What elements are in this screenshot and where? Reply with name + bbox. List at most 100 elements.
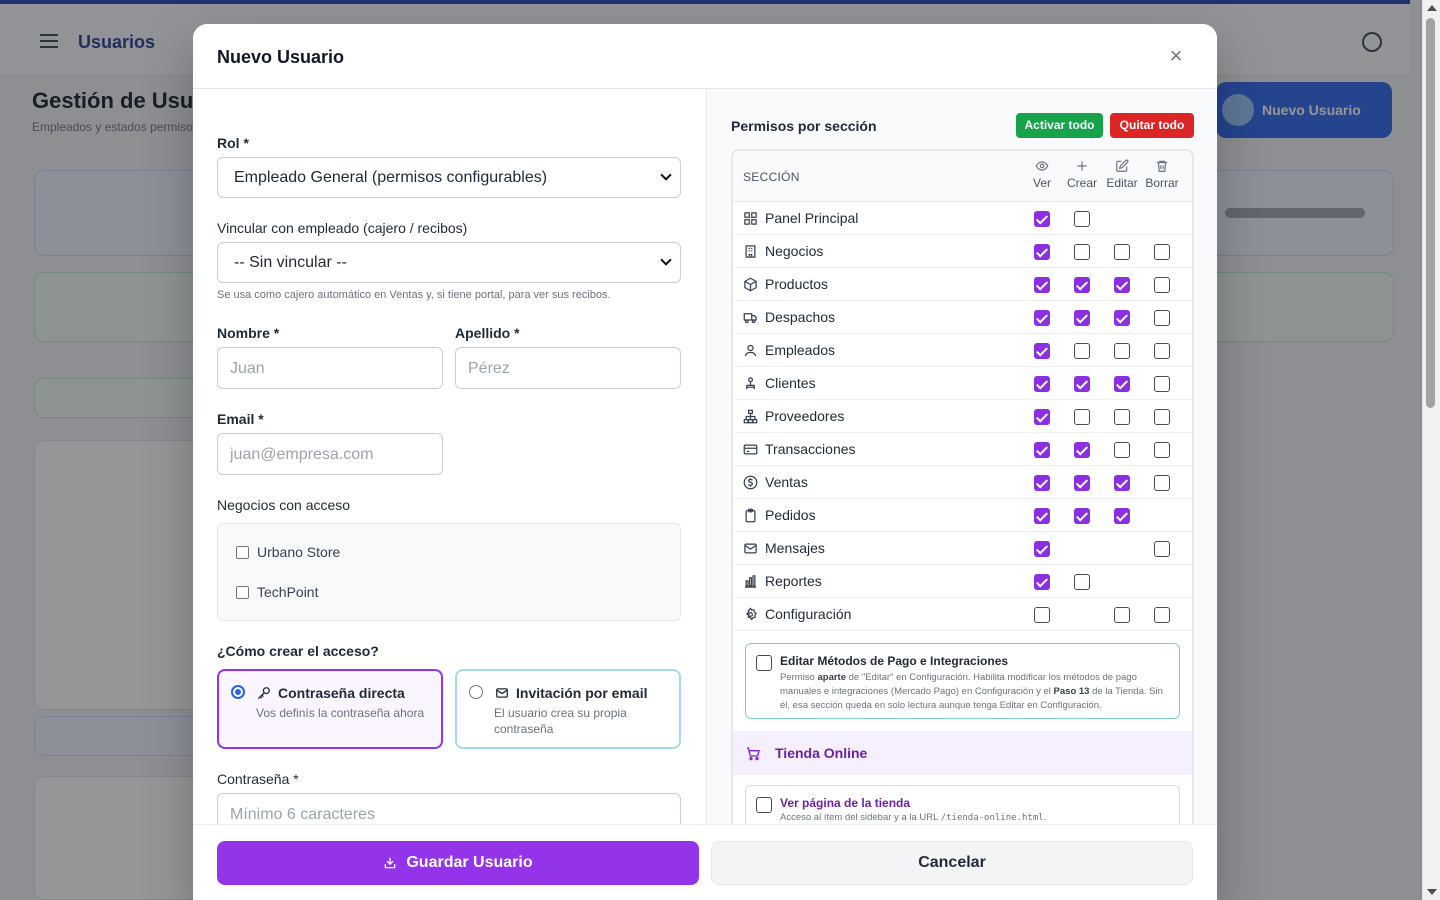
store-section-title: Tienda Online (775, 745, 868, 761)
permission-checkbox-editar[interactable] (1114, 343, 1130, 359)
permission-checkbox-ver[interactable] (1034, 244, 1050, 260)
business-option[interactable]: Urbano Store (236, 544, 340, 560)
business-checkbox[interactable] (236, 545, 249, 559)
modal-footer: Guardar Usuario Cancelar (193, 824, 1217, 900)
permission-checkbox-crear[interactable] (1074, 442, 1090, 458)
user-form: Rol * Empleado General (permisos configu… (193, 89, 706, 824)
permission-checkbox-ver[interactable] (1034, 211, 1050, 227)
permission-checkbox-borrar[interactable] (1154, 277, 1170, 293)
permission-checkbox-crear[interactable] (1074, 475, 1090, 491)
trash-icon (1156, 160, 1168, 172)
permission-checkbox-crear[interactable] (1074, 277, 1090, 293)
permission-checkbox-editar[interactable] (1114, 277, 1130, 293)
permission-checkbox-editar[interactable] (1114, 508, 1130, 524)
permission-row-label: Pedidos (765, 507, 816, 523)
column-header: Borrar (1145, 176, 1179, 190)
permission-checkbox-borrar[interactable] (1154, 244, 1170, 260)
permission-checkbox-ver[interactable] (1034, 442, 1050, 458)
activate-all-button[interactable]: Activar todo (1016, 113, 1103, 138)
business-option[interactable]: TechPoint (236, 584, 318, 600)
store-view-desc: Acceso al ítem del sidebar y a la URL /t… (780, 812, 1047, 823)
permission-checkbox-crear[interactable] (1074, 244, 1090, 260)
permission-checkbox-ver[interactable] (1034, 541, 1050, 557)
permission-checkbox-borrar[interactable] (1154, 607, 1170, 623)
last-name-field[interactable]: Pérez (455, 347, 681, 389)
permission-checkbox-editar[interactable] (1114, 310, 1130, 326)
permission-checkbox-ver[interactable] (1034, 409, 1050, 425)
permission-row: Reportes (733, 565, 1192, 598)
access-option-title: Invitación por email (516, 685, 648, 701)
scroll-up-arrow[interactable] (1427, 5, 1437, 11)
permission-checkbox-ver[interactable] (1034, 475, 1050, 491)
access-option-password[interactable]: Contraseña directa Vos definís la contra… (217, 669, 443, 749)
role-select-value: Empleado General (permisos configurables… (234, 169, 548, 186)
permission-checkbox-editar[interactable] (1114, 607, 1130, 623)
permission-checkbox-borrar[interactable] (1154, 310, 1170, 326)
scrollbar[interactable] (1422, 0, 1440, 900)
permission-checkbox-crear[interactable] (1074, 343, 1090, 359)
permission-checkbox-ver[interactable] (1034, 607, 1050, 623)
cancel-button[interactable]: Cancelar (711, 841, 1193, 885)
access-option-invite[interactable]: Invitación por email El usuario crea su … (455, 669, 681, 749)
role-select[interactable]: Empleado General (permisos configurables… (217, 157, 681, 198)
permission-row-label: Despachos (765, 309, 836, 325)
permission-row-label: Ventas (765, 474, 808, 490)
permission-checkbox-crear[interactable] (1074, 409, 1090, 425)
permission-row: Ventas (733, 466, 1192, 499)
email-label: Email * (217, 411, 264, 427)
permission-row: Despachos (733, 301, 1192, 334)
modal-header: Nuevo Usuario × (193, 24, 1217, 89)
permission-row-label: Clientes (765, 375, 816, 391)
permission-checkbox-borrar[interactable] (1154, 541, 1170, 557)
permission-checkbox-ver[interactable] (1034, 574, 1050, 590)
permission-row: Panel Principal (733, 202, 1192, 235)
business-checkbox[interactable] (236, 585, 249, 599)
close-icon[interactable]: × (1165, 45, 1187, 68)
edit-icon (1116, 159, 1129, 172)
password-label: Contraseña * (217, 771, 299, 787)
radio-button[interactable] (469, 685, 483, 699)
permission-checkbox-ver[interactable] (1034, 376, 1050, 392)
scroll-down-arrow[interactable] (1427, 889, 1437, 895)
permission-checkbox-ver[interactable] (1034, 343, 1050, 359)
permission-checkbox-editar[interactable] (1114, 376, 1130, 392)
permission-checkbox-crear[interactable] (1074, 376, 1090, 392)
permission-checkbox-crear[interactable] (1074, 508, 1090, 524)
permission-checkbox-crear[interactable] (1074, 310, 1090, 326)
business-label: TechPoint (257, 584, 319, 600)
employee-link-select[interactable]: -- Sin vincular -- (217, 242, 681, 283)
permission-checkbox-ver[interactable] (1034, 508, 1050, 524)
first-name-label: Nombre * (217, 325, 280, 341)
save-user-button[interactable]: Guardar Usuario (217, 841, 699, 885)
permission-checkbox-editar[interactable] (1114, 475, 1130, 491)
user-icon (744, 344, 757, 357)
permission-checkbox-ver[interactable] (1034, 277, 1050, 293)
permission-checkbox-ver[interactable] (1034, 310, 1050, 326)
radio-button[interactable] (231, 685, 245, 699)
permission-checkbox-editar[interactable] (1114, 244, 1130, 260)
permission-checkbox-borrar[interactable] (1154, 409, 1170, 425)
store-view-checkbox[interactable] (756, 797, 772, 813)
store-view-title: Ver página de la tienda (780, 796, 911, 810)
permissions-title: Permisos por sección (731, 118, 877, 134)
permission-row-label: Reportes (765, 573, 822, 589)
permission-checkbox-borrar[interactable] (1154, 442, 1170, 458)
permission-row-label: Panel Principal (765, 210, 859, 226)
permission-checkbox-crear[interactable] (1074, 211, 1090, 227)
remove-all-button[interactable]: Quitar todo (1110, 113, 1194, 138)
payment-permission-checkbox[interactable] (756, 655, 772, 671)
permission-row: Negocios (733, 235, 1192, 268)
clipboard-icon (745, 508, 756, 523)
permission-checkbox-crear[interactable] (1074, 574, 1090, 590)
first-name-field[interactable]: Juan (217, 347, 443, 389)
permission-checkbox-borrar[interactable] (1154, 376, 1170, 392)
scrollbar-thumb[interactable] (1426, 18, 1435, 408)
permission-row: Mensajes (733, 532, 1192, 565)
email-field[interactable]: juan@empresa.com (217, 433, 443, 475)
password-field[interactable]: Mínimo 6 caracteres (217, 793, 681, 824)
permission-checkbox-borrar[interactable] (1154, 343, 1170, 359)
permission-checkbox-editar[interactable] (1114, 442, 1130, 458)
permission-checkbox-borrar[interactable] (1154, 475, 1170, 491)
permission-row: Configuración (733, 598, 1192, 631)
permission-checkbox-editar[interactable] (1114, 409, 1130, 425)
